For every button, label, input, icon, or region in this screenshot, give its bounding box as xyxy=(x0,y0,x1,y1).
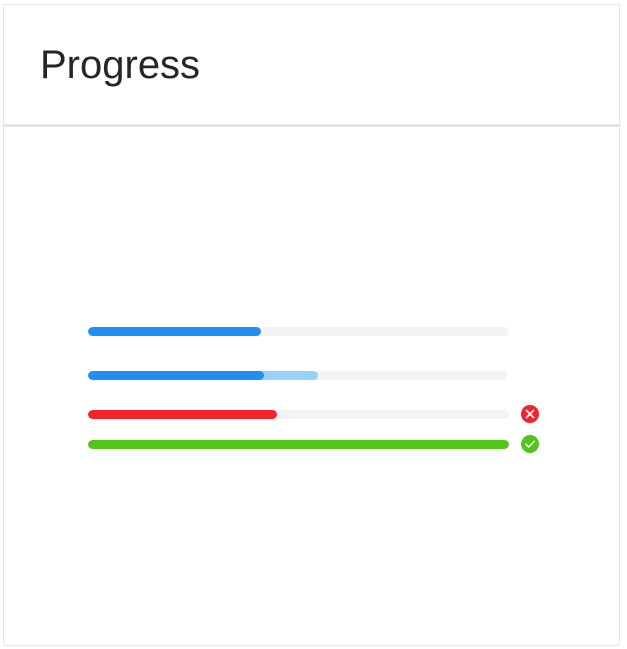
card-body xyxy=(4,127,619,644)
progress-fill xyxy=(88,327,261,336)
progress-bar-active xyxy=(88,364,558,386)
page-title: Progress xyxy=(40,43,201,87)
progress-track xyxy=(88,410,509,419)
progress-track xyxy=(88,327,509,336)
progress-track xyxy=(88,440,509,449)
close-circle-icon xyxy=(520,404,540,424)
progress-track xyxy=(88,371,507,380)
card-header: Progress xyxy=(4,5,619,127)
check-circle-icon xyxy=(520,434,540,454)
progress-fill xyxy=(88,371,264,380)
progress-bar-normal xyxy=(88,320,558,342)
progress-fill xyxy=(88,410,278,419)
progress-bar-exception xyxy=(88,403,558,425)
progress-card: Progress xyxy=(3,4,620,646)
progress-bar-success xyxy=(88,433,558,455)
progress-fill xyxy=(88,440,509,449)
